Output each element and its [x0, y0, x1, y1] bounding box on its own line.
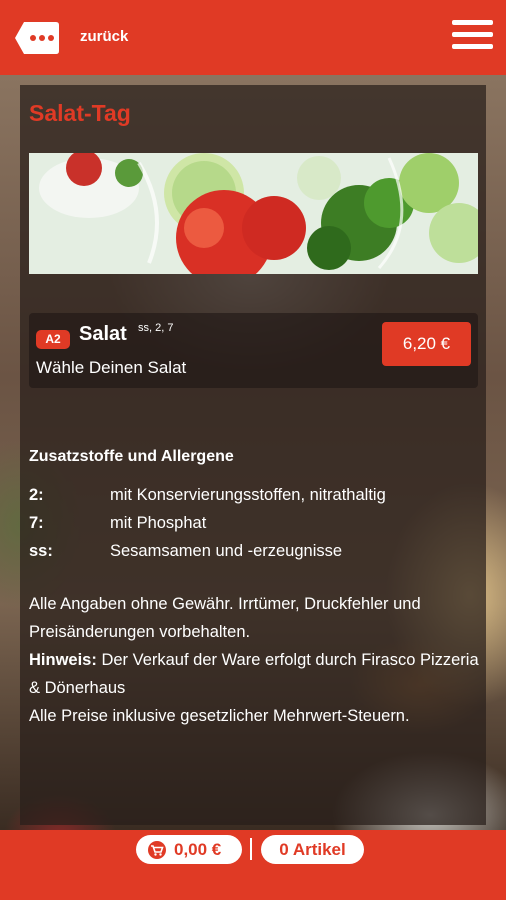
hint-label: Hinweis: [29, 651, 97, 669]
hamburger-menu-icon[interactable] [452, 20, 493, 54]
allergen-text: mit Konservierungsstoffen, nitrathaltig [110, 486, 386, 504]
allergen-code: 2: [29, 486, 44, 504]
footer-divider [250, 838, 252, 860]
product-badge: A2 [36, 330, 70, 349]
disclaimer-text: Alle Angaben ohne Gewähr. Irrtümer, Druc… [29, 595, 421, 641]
chat-bubble-back-icon [15, 22, 59, 54]
back-label[interactable]: zurück [80, 28, 128, 45]
allergen-row: ss: Sesamsamen und -erzeugnisse [29, 542, 342, 561]
cart-items-button[interactable]: 0 Artikel [261, 835, 364, 864]
tax-text: Alle Preise inklusive gesetzlicher Mehrw… [29, 707, 410, 725]
allergen-text: Sesamsamen und -erzeugnisse [110, 542, 343, 560]
salad-banner-image [29, 153, 478, 274]
allergens-heading: Zusatzstoffe und Allergene [29, 448, 234, 465]
legal-notes: Alle Angaben ohne Gewähr. Irrtümer, Druc… [29, 590, 479, 730]
allergen-text: mit Phosphat [110, 514, 207, 532]
cart-total-button[interactable]: 0,00 € [136, 835, 242, 864]
add-to-cart-price-button[interactable]: 6,20 € [382, 322, 471, 366]
allergen-code: ss: [29, 542, 53, 560]
cart-total: 0,00 € [174, 840, 222, 859]
allergen-code: 7: [29, 514, 44, 532]
cart-footer [0, 830, 506, 900]
hint-text: Der Verkauf der Ware erfolgt durch Firas… [29, 651, 479, 697]
section-title: Salat-Tag [29, 100, 131, 126]
app-header: zurück [0, 0, 506, 75]
allergen-row: 7: mit Phosphat [29, 514, 206, 533]
allergen-row: 2: mit Konservierungsstoffen, nitrathalti… [29, 486, 386, 505]
cart-items-count: 0 Artikel [279, 840, 346, 859]
shopping-cart-icon [148, 841, 166, 859]
back-button[interactable] [14, 20, 60, 56]
product-name: Salat [79, 323, 127, 345]
product-description: Wähle Deinen Salat [36, 358, 187, 377]
product-additives: ss, 2, 7 [138, 322, 174, 334]
